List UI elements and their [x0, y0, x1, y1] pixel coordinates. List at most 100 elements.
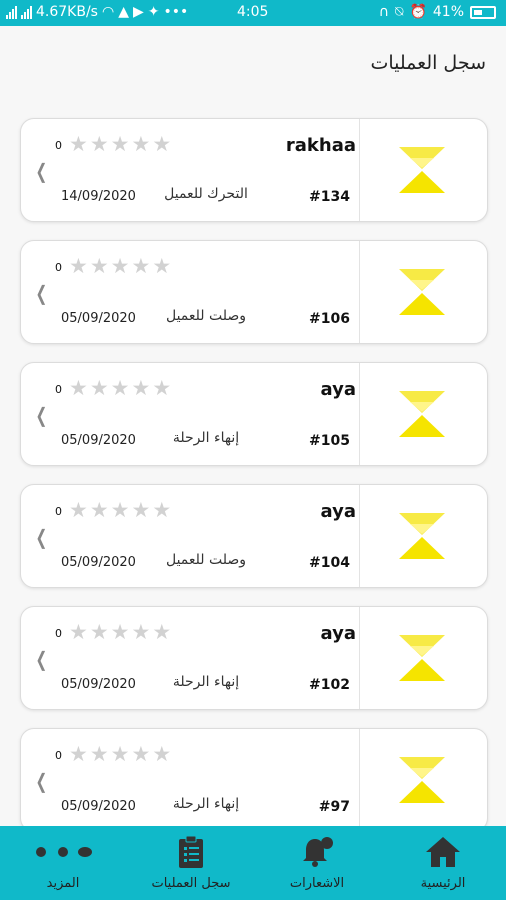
signal-icon — [6, 5, 17, 19]
star-icon: ★ — [110, 742, 130, 766]
status-bar-left: 4.67KB/s ◠ ▲ ▶ ✦ ••• — [6, 4, 188, 20]
rating-stars: ★ ★ ★ ★ ★ — [69, 377, 171, 399]
wifi-icon: ◠ — [101, 4, 115, 20]
status-bar: 4.67KB/s ◠ ▲ ▶ ✦ ••• 4:05 ∩ ⍉ ⏰ 41% — [0, 0, 506, 26]
star-icon: ★ — [89, 132, 109, 156]
card-divider — [359, 607, 360, 709]
star-icon: ★ — [110, 620, 130, 644]
star-icon: ★ — [69, 376, 88, 400]
battery-percent: 41% — [432, 4, 464, 20]
bottom-nav: الرئيسية الاشعارات سجل العمليات المزيد — [0, 826, 506, 900]
star-icon: ★ — [131, 376, 151, 400]
star-icon: ★ — [69, 742, 88, 766]
bell-icon — [254, 836, 380, 868]
chevron-left-icon[interactable]: ❮ — [36, 403, 48, 427]
nav-notifications[interactable]: الاشعارات — [254, 826, 380, 900]
order-date: 05/09/2020 — [61, 799, 136, 814]
rating-stars: ★ ★ ★ ★ ★ — [69, 499, 171, 521]
star-icon: ★ — [110, 498, 130, 522]
order-card[interactable]: ❮ 0 ★ ★ ★ ★ ★ aya 05/09/2020 إنهاء الرحل… — [20, 362, 488, 466]
chevron-left-icon[interactable]: ❮ — [36, 281, 48, 305]
rating-stars: ★ ★ ★ ★ ★ — [69, 621, 171, 643]
chevron-left-icon[interactable]: ❮ — [36, 769, 48, 793]
hourglass-logo-icon — [399, 147, 445, 193]
star-icon: ★ — [110, 376, 130, 400]
order-status: وصلت للعميل — [165, 308, 247, 324]
hourglass-logo-icon — [399, 269, 445, 315]
order-number: #106 — [309, 311, 350, 327]
order-number: #104 — [309, 555, 350, 571]
nav-notifications-label: الاشعارات — [289, 876, 345, 891]
signal-icon-2 — [21, 5, 32, 19]
status-bar-right: ∩ ⍉ ⏰ 41% — [379, 4, 496, 20]
chevron-left-icon[interactable]: ❮ — [36, 647, 48, 671]
card-divider — [359, 485, 360, 587]
star-icon: ★ — [89, 254, 109, 278]
home-icon — [380, 836, 506, 868]
order-card[interactable]: ❮ 0 ★ ★ ★ ★ ★ aya 05/09/2020 وصلت للعميل… — [20, 484, 488, 588]
chevron-left-icon[interactable]: ❮ — [36, 159, 48, 183]
hourglass-logo-icon — [399, 757, 445, 803]
star-icon: ★ — [110, 254, 130, 278]
chevron-left-icon[interactable]: ❮ — [36, 525, 48, 549]
rating-stars: ★ ★ ★ ★ ★ — [69, 133, 171, 155]
order-card[interactable]: ❮ 0 ★ ★ ★ ★ ★ rakhaa 14/09/2020 التحرك ل… — [20, 118, 488, 222]
star-icon: ★ — [69, 498, 88, 522]
star-icon: ★ — [131, 254, 151, 278]
more-dots-icon — [0, 836, 126, 868]
star-icon: ★ — [131, 620, 151, 644]
customer-name: aya — [320, 623, 356, 644]
order-card[interactable]: ❮ 0 ★ ★ ★ ★ ★ aya 05/09/2020 إنهاء الرحل… — [20, 606, 488, 710]
nav-more-label: المزيد — [46, 876, 80, 891]
star-icon: ★ — [152, 620, 172, 644]
order-number: #105 — [309, 433, 350, 449]
customer-name: aya — [320, 501, 356, 522]
nav-history[interactable]: سجل العمليات — [128, 826, 254, 900]
headphones-icon: ∩ — [378, 4, 390, 20]
rating-count: 0 — [55, 383, 62, 396]
order-number: #97 — [318, 799, 350, 815]
order-card[interactable]: ❮ 0 ★ ★ ★ ★ ★ 05/09/2020 وصلت للعميل #10… — [20, 240, 488, 344]
alarm-icon: ⏰ — [409, 4, 427, 20]
rating-count: 0 — [55, 749, 62, 762]
order-status: إنهاء الرحلة — [172, 796, 240, 812]
star-icon: ★ — [152, 376, 172, 400]
star-icon: ★ — [131, 742, 151, 766]
orders-list: ❮ 0 ★ ★ ★ ★ ★ rakhaa 14/09/2020 التحرك ل… — [20, 118, 488, 850]
mute-icon: ⍉ — [395, 4, 404, 20]
rating-stars: ★ ★ ★ ★ ★ — [69, 255, 171, 277]
order-number: #102 — [309, 677, 350, 693]
nav-more[interactable]: المزيد — [0, 826, 126, 900]
notification-dots-icon: ••• — [163, 4, 189, 20]
order-status: إنهاء الرحلة — [172, 430, 240, 446]
clipboard-icon — [128, 835, 254, 868]
nav-home[interactable]: الرئيسية — [380, 826, 506, 900]
rating-stars: ★ ★ ★ ★ ★ — [69, 743, 171, 765]
warning-icon: ▲ — [118, 4, 129, 20]
order-card[interactable]: ❮ 0 ★ ★ ★ ★ ★ 05/09/2020 إنهاء الرحلة #9… — [20, 728, 488, 832]
customer-name: aya — [320, 379, 356, 400]
customer-name: rakhaa — [285, 135, 356, 156]
youtube-icon: ▶ — [132, 4, 144, 20]
order-date: 05/09/2020 — [61, 677, 136, 692]
rating-count: 0 — [55, 139, 62, 152]
nav-history-label: سجل العمليات — [151, 876, 231, 891]
hourglass-logo-icon — [399, 391, 445, 437]
star-icon: ★ — [69, 132, 88, 156]
rating-count: 0 — [55, 627, 62, 640]
star-icon: ★ — [152, 742, 172, 766]
star-icon: ★ — [152, 498, 172, 522]
star-icon: ★ — [89, 376, 109, 400]
star-icon: ★ — [89, 742, 109, 766]
order-date: 14/09/2020 — [61, 189, 136, 204]
rating-count: 0 — [55, 261, 62, 274]
order-status: التحرك للعميل — [164, 186, 248, 202]
star-icon: ★ — [131, 132, 151, 156]
network-speed: 4.67KB/s — [36, 4, 98, 20]
order-status: وصلت للعميل — [165, 552, 247, 568]
clock: 4:05 — [237, 4, 269, 20]
card-divider — [359, 241, 360, 343]
star-icon: ★ — [131, 498, 151, 522]
star-icon: ★ — [89, 498, 109, 522]
rating-count: 0 — [55, 505, 62, 518]
